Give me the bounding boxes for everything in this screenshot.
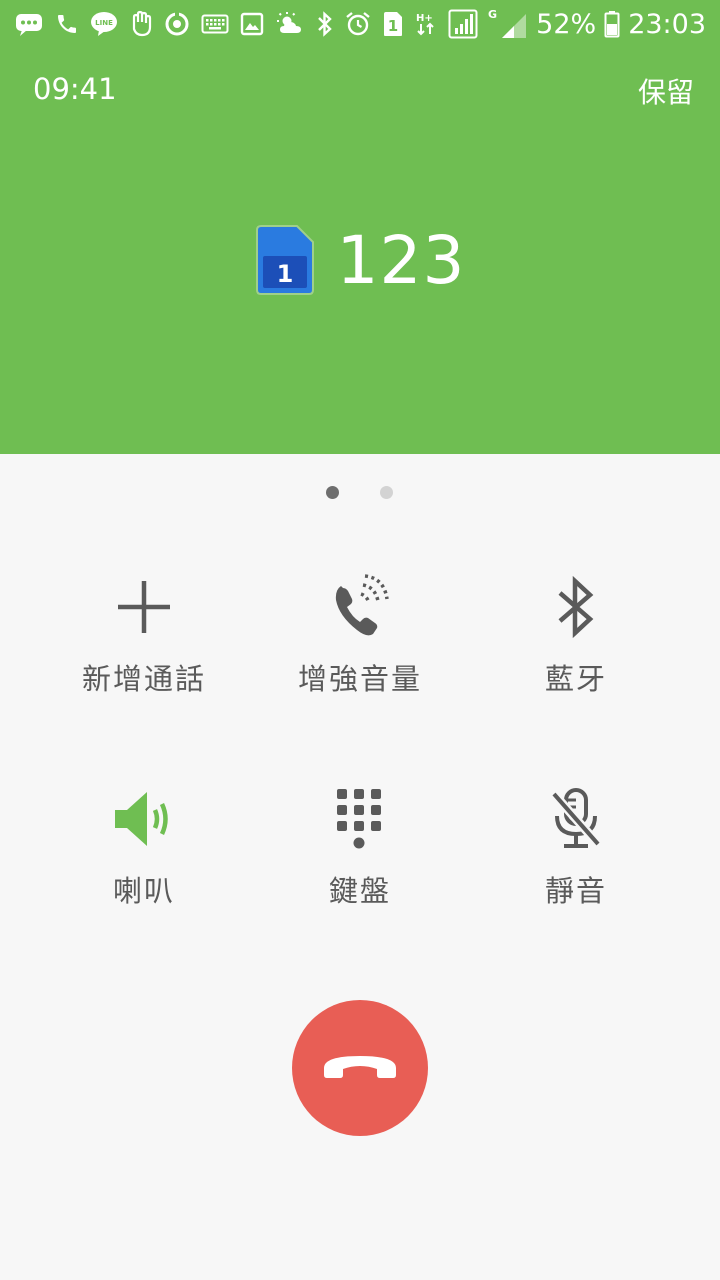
network-g-label: G	[488, 8, 497, 21]
data-arrows-icon: H+	[416, 13, 434, 36]
notification-icons: LINE 1 H+	[14, 8, 478, 40]
hang-up-icon	[324, 1056, 396, 1078]
sim-slot-label: 1	[276, 260, 293, 288]
keypad-button[interactable]: 鍵盤	[252, 784, 468, 944]
network-type-label: H+	[416, 13, 433, 24]
mic-off-icon	[541, 784, 611, 854]
battery-percent: 52%	[536, 8, 597, 40]
bluetooth-button[interactable]: 藍牙	[468, 572, 684, 732]
extra-volume-label: 增強音量	[297, 662, 422, 696]
bluetooth-label: 藍牙	[544, 662, 607, 696]
mute-label: 靜音	[544, 874, 607, 908]
image-icon	[240, 12, 264, 36]
status-right: G 52% 23:03	[488, 6, 706, 42]
caller-info: 1 123	[0, 210, 720, 310]
hold-button[interactable]: 保留	[638, 71, 694, 111]
extra-volume-button[interactable]: 增強音量	[252, 572, 468, 732]
bluetooth-icon	[541, 572, 611, 642]
signal-icon: G	[488, 8, 527, 38]
speaker-button[interactable]: 喇叭	[36, 784, 252, 944]
add-call-button[interactable]: 新增通話	[36, 572, 252, 732]
signal-icon	[448, 9, 478, 39]
status-clock: 23:03	[628, 8, 706, 40]
call-header: LINE 1 H+ G 52% 23:03 09:41 保留 1 123	[0, 0, 720, 454]
status-sim-label: 1	[388, 17, 398, 35]
page-indicator	[0, 486, 720, 500]
call-timer: 09:41	[33, 72, 117, 106]
page-dot-active[interactable]	[326, 486, 339, 499]
plus-icon	[109, 572, 179, 642]
speaker-icon	[109, 784, 179, 854]
add-call-label: 新增通話	[81, 662, 206, 696]
status-bar: LINE 1 H+ G 52% 23:03	[0, 0, 720, 48]
keypad-label: 鍵盤	[328, 874, 391, 908]
weather-icon	[277, 12, 301, 33]
sync-icon	[165, 12, 189, 36]
mute-button[interactable]: 靜音	[468, 784, 684, 944]
speaker-label: 喇叭	[112, 874, 175, 908]
line-app-icon: LINE	[91, 12, 117, 36]
sim1-icon: 1	[384, 12, 402, 36]
bluetooth-icon	[318, 11, 332, 37]
page-dot[interactable]	[380, 486, 393, 499]
battery-icon	[604, 11, 620, 38]
caller-number: 123	[336, 221, 466, 299]
chat-bubble-icon	[16, 14, 42, 36]
phone-icon	[58, 15, 76, 33]
alarm-icon	[346, 12, 370, 36]
keyboard-icon	[201, 14, 229, 34]
end-call-button[interactable]	[292, 1000, 428, 1136]
phone-volume-icon	[325, 572, 395, 642]
sim-card-icon: 1	[255, 225, 314, 295]
keypad-icon	[325, 784, 395, 854]
hand-icon	[132, 10, 152, 37]
line-app-label: LINE	[95, 19, 113, 27]
